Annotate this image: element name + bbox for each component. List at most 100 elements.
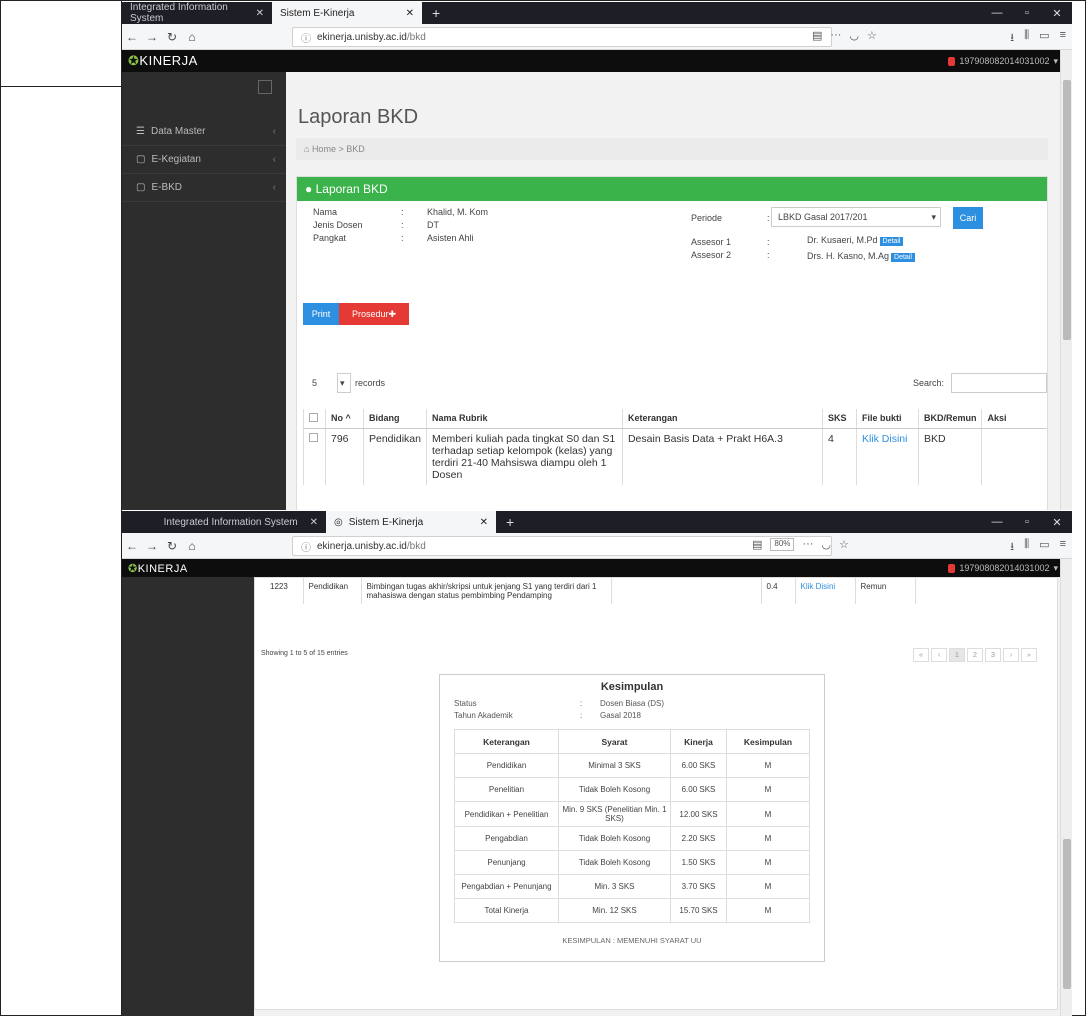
zoom-level[interactable]: 80% — [770, 538, 795, 551]
menu-icon[interactable]: ≡ — [1060, 29, 1066, 48]
col-bidang[interactable]: Bidang — [363, 409, 427, 429]
prev-page-button[interactable]: ‹ — [931, 648, 947, 662]
col-no[interactable]: No ^ — [325, 409, 364, 429]
col-aksi[interactable]: Aksi — [981, 409, 1047, 429]
scrollbar[interactable] — [1060, 50, 1072, 510]
home-icon[interactable]: ⌂ — [182, 30, 202, 44]
download-icon[interactable]: ⭳ — [1010, 29, 1014, 48]
minimize-icon[interactable]: — — [982, 7, 1012, 19]
detail-button[interactable]: Detail — [879, 237, 904, 246]
url-bar[interactable]: ⓘ ekinerja.unisby.ac.id/bkd — [292, 27, 832, 47]
forward-icon[interactable]: → — [142, 30, 162, 44]
scrollbar[interactable] — [1060, 559, 1072, 1016]
scrollbar-thumb[interactable] — [1063, 839, 1071, 989]
reload-icon[interactable]: ↻ — [162, 30, 182, 44]
tab-ekinerja[interactable]: Sistem E-Kinerja ✕ — [272, 2, 422, 24]
col-sks[interactable]: SKS — [821, 409, 857, 429]
page-2-button[interactable]: 2 — [967, 648, 983, 662]
tab-label: Integrated Information System — [163, 516, 298, 528]
reload-icon[interactable]: ↻ — [162, 539, 182, 553]
col-bkd-remun[interactable]: BKD/Remun — [917, 409, 982, 429]
detail-button[interactable]: Detail — [891, 253, 915, 262]
back-icon[interactable]: ← — [122, 30, 142, 44]
menu-icon[interactable]: ≡ — [1060, 538, 1066, 557]
breadcrumb[interactable]: ⌂ Home > BKD — [296, 138, 1048, 160]
more-icon[interactable]: ··· — [802, 538, 813, 551]
close-window-icon[interactable]: ✕ — [1042, 516, 1072, 529]
reader-icon[interactable]: ▤ — [752, 538, 762, 551]
prosedur-button[interactable]: Prosedur ✚ — [339, 303, 409, 325]
sidebar-item-e-bkd[interactable]: ▢ E-BKD ‹ — [122, 174, 286, 202]
col-nama-rubrik[interactable]: Nama Rubrik — [425, 409, 623, 429]
scrollbar-thumb[interactable] — [1063, 80, 1071, 340]
logo-text: KINERJA — [137, 562, 188, 575]
forward-icon[interactable]: → — [142, 539, 162, 553]
library-icon[interactable]: ⫼ — [1024, 29, 1029, 48]
next-page-button[interactable]: › — [1003, 648, 1019, 662]
records-dropdown[interactable]: ▾ — [337, 373, 351, 393]
nav-bar: ← → ↻ ⌂ ⓘ ekinerja.unisby.ac.id/bkd ▤ ··· ◡… — [122, 24, 1072, 50]
tab-integrated[interactable]: Integrated Information System ✕ — [122, 511, 326, 533]
back-icon[interactable]: ← — [122, 539, 142, 553]
user-menu[interactable]: 197908082014031002 ▾ — [948, 56, 1058, 67]
cell-no: 1223 — [270, 582, 288, 591]
col-keterangan[interactable]: Keterangan — [621, 409, 823, 429]
new-tab-icon[interactable]: + — [422, 2, 450, 24]
tab-label: Sistem E-Kinerja — [348, 516, 424, 528]
file-icon: ▢ — [136, 182, 146, 193]
star-icon[interactable]: ☆ — [867, 29, 877, 42]
sidebar-icon[interactable]: ▭ — [1039, 538, 1049, 557]
search-input[interactable] — [951, 373, 1047, 393]
page-3-button[interactable]: 3 — [985, 648, 1001, 662]
table-row: Pengabdian + Penunjang Min. 3 SKS 3.70 SKS… — [454, 874, 810, 899]
browser-window-1: Integrated Information System ✕ Sistem E-… — [122, 2, 1072, 510]
close-icon[interactable]: ✕ — [406, 8, 414, 19]
home-icon[interactable]: ⌂ — [182, 539, 202, 553]
maximize-icon[interactable]: ▫ — [1012, 516, 1042, 528]
logo[interactable]: ✪KINERJA — [122, 562, 188, 575]
sidebar-item-e-kegiatan[interactable]: ▢ E-Kegiatan ‹ — [122, 146, 286, 174]
value-pangkat: Asisten Ahli — [427, 233, 474, 243]
tab-ekinerja[interactable]: ◎ Sistem E-Kinerja ✕ — [326, 511, 496, 533]
sidebar-item-data-master[interactable]: ☰ Data Master ‹ — [122, 118, 286, 146]
circle-icon: ● — [305, 182, 316, 196]
more-icon[interactable]: ··· — [830, 29, 841, 42]
select-all-checkbox[interactable] — [303, 409, 326, 429]
main-content: 1223 Pendidikan Bimbingan tugas akhir/sk… — [254, 577, 1072, 1016]
star-icon[interactable]: ☆ — [839, 538, 849, 551]
value-status: Dosen Biasa (DS) — [600, 699, 665, 708]
url-bar[interactable]: ⓘ ekinerja.unisby.ac.id/bkd — [292, 536, 832, 556]
cari-button[interactable]: Cari — [953, 207, 983, 229]
first-page-button[interactable]: « — [913, 648, 929, 662]
page-1-button[interactable]: 1 — [949, 648, 965, 662]
pocket-icon[interactable]: ◡ — [821, 538, 831, 551]
file-link[interactable]: Klik Disini — [794, 578, 855, 604]
library-icon[interactable]: ⫼ — [1024, 538, 1029, 557]
logo[interactable]: ✪KINERJA — [122, 53, 198, 69]
sidebar-icon[interactable]: ▭ — [1039, 29, 1049, 48]
reader-icon[interactable]: ▤ — [812, 29, 822, 42]
minimize-icon[interactable]: — — [982, 516, 1012, 528]
download-icon[interactable]: ⭳ — [1010, 538, 1014, 557]
maximize-icon[interactable]: ▫ — [1012, 7, 1042, 19]
collapse-icon[interactable] — [258, 80, 272, 94]
print-button[interactable]: Print — [303, 303, 339, 325]
last-page-button[interactable]: » — [1021, 648, 1037, 662]
periode-select[interactable]: LBKD Gasal 2017/201 ▾ — [771, 207, 941, 227]
user-menu[interactable]: 197908082014031002 ▾ — [948, 563, 1058, 574]
col-file-bukti[interactable]: File bukti — [855, 409, 919, 429]
user-id: 197908082014031002 — [959, 563, 1050, 573]
close-icon[interactable]: ✕ — [480, 517, 488, 528]
tab-integrated[interactable]: Integrated Information System ✕ — [122, 2, 272, 24]
file-link[interactable]: Klik Disini — [855, 428, 919, 485]
label-assesor-2: Assesor 2 — [691, 250, 732, 260]
row-checkbox[interactable] — [303, 428, 326, 485]
kesimpulan-info-colons: :: — [580, 699, 583, 720]
new-tab-icon[interactable]: + — [496, 511, 524, 533]
close-window-icon[interactable]: ✕ — [1042, 7, 1072, 20]
close-icon[interactable]: ✕ — [256, 8, 264, 19]
panel-title: Laporan BKD — [315, 182, 388, 196]
records-value[interactable]: 5 — [305, 373, 331, 393]
close-icon[interactable]: ✕ — [310, 517, 318, 528]
pocket-icon[interactable]: ◡ — [849, 29, 859, 42]
